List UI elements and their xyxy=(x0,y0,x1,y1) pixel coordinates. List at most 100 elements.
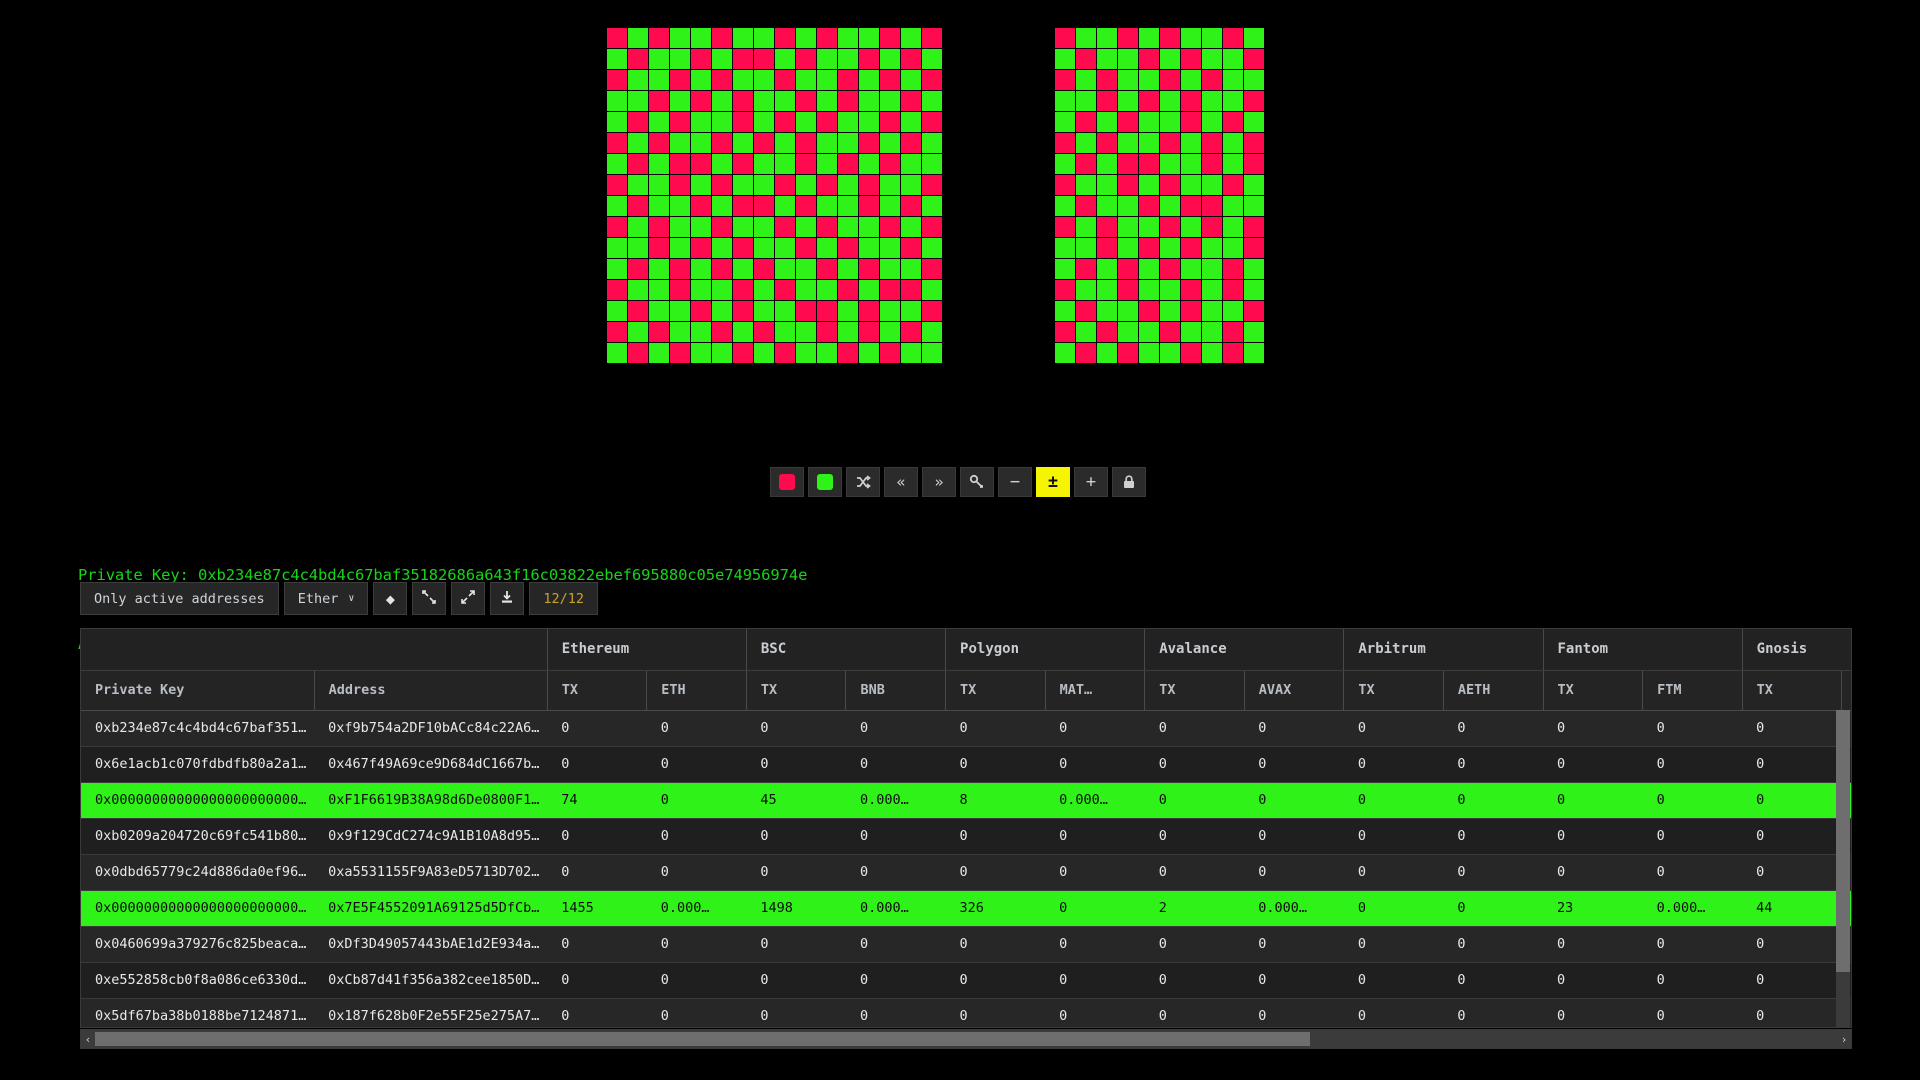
column-header-avax-9[interactable]: AVAX xyxy=(1243,670,1344,711)
bit-cell[interactable] xyxy=(670,259,690,279)
bit-cell[interactable] xyxy=(1202,49,1222,69)
fill-red-button[interactable] xyxy=(770,467,804,497)
bit-cell[interactable] xyxy=(649,280,669,300)
bit-cell[interactable] xyxy=(607,238,627,258)
bit-cell[interactable] xyxy=(1181,259,1201,279)
bit-cell[interactable] xyxy=(1097,112,1117,132)
decrement-button[interactable]: − xyxy=(998,467,1032,497)
bit-cell[interactable] xyxy=(1076,280,1096,300)
bit-cell[interactable] xyxy=(922,301,942,321)
bit-cell[interactable] xyxy=(775,343,795,363)
bit-cell[interactable] xyxy=(1202,70,1222,90)
bit-cell[interactable] xyxy=(649,133,669,153)
column-header-tx-10[interactable]: TX xyxy=(1343,670,1444,711)
bit-cell[interactable] xyxy=(859,259,879,279)
bit-cell[interactable] xyxy=(859,28,879,48)
column-header-tx-6[interactable]: TX xyxy=(945,670,1046,711)
bit-cell[interactable] xyxy=(1076,322,1096,342)
bit-cell[interactable] xyxy=(1055,196,1075,216)
bit-cell[interactable] xyxy=(901,154,921,174)
bit-cell[interactable] xyxy=(1076,259,1096,279)
bit-cell[interactable] xyxy=(1139,280,1159,300)
bit-cell[interactable] xyxy=(712,112,732,132)
bit-cell[interactable] xyxy=(817,154,837,174)
bit-cell[interactable] xyxy=(775,259,795,279)
bit-cell[interactable] xyxy=(1055,301,1075,321)
column-header-tx-4[interactable]: TX xyxy=(745,670,846,711)
bit-cell[interactable] xyxy=(817,301,837,321)
bit-cell[interactable] xyxy=(838,28,858,48)
bit-cell[interactable] xyxy=(1181,280,1201,300)
bit-cell[interactable] xyxy=(733,280,753,300)
bit-cell[interactable] xyxy=(670,70,690,90)
bit-cell[interactable] xyxy=(922,196,942,216)
bit-cell[interactable] xyxy=(1139,112,1159,132)
bit-cell[interactable] xyxy=(754,28,774,48)
bit-cell[interactable] xyxy=(859,343,879,363)
bit-cell[interactable] xyxy=(796,280,816,300)
bit-cell[interactable] xyxy=(712,70,732,90)
bit-cell[interactable] xyxy=(880,238,900,258)
bit-cell[interactable] xyxy=(880,259,900,279)
bit-cell[interactable] xyxy=(670,28,690,48)
bit-cell[interactable] xyxy=(733,217,753,237)
bit-cell[interactable] xyxy=(796,301,816,321)
bit-cell[interactable] xyxy=(1223,154,1243,174)
bit-cell[interactable] xyxy=(838,259,858,279)
bit-cell[interactable] xyxy=(1181,217,1201,237)
bit-cell[interactable] xyxy=(1223,238,1243,258)
bit-cell[interactable] xyxy=(1160,91,1180,111)
bit-cell[interactable] xyxy=(1076,70,1096,90)
bit-cell[interactable] xyxy=(1202,259,1222,279)
increment-button[interactable]: + xyxy=(1074,467,1108,497)
bit-cell[interactable] xyxy=(1055,343,1075,363)
table-row[interactable]: 0x0dbd65779c24d886da0ef96… 0xa5531155F9A8… xyxy=(81,854,1851,891)
bit-cell[interactable] xyxy=(649,196,669,216)
bit-cell[interactable] xyxy=(1055,49,1075,69)
bit-cell[interactable] xyxy=(1160,301,1180,321)
bit-cell[interactable] xyxy=(754,301,774,321)
bit-cell[interactable] xyxy=(607,91,627,111)
bit-cell[interactable] xyxy=(817,196,837,216)
bit-cell[interactable] xyxy=(922,28,942,48)
bit-cell[interactable] xyxy=(922,280,942,300)
table-row[interactable]: 0xe552858cb0f8a086ce6330d… 0xCb87d41f356a… xyxy=(81,962,1851,999)
collapse-columns-button[interactable] xyxy=(412,582,447,615)
bit-cell[interactable] xyxy=(1160,70,1180,90)
bit-cell[interactable] xyxy=(649,322,669,342)
bit-cell[interactable] xyxy=(607,154,627,174)
bit-cell[interactable] xyxy=(649,259,669,279)
bit-cell[interactable] xyxy=(880,217,900,237)
bit-cell[interactable] xyxy=(607,322,627,342)
bit-cell[interactable] xyxy=(1160,196,1180,216)
bit-cell[interactable] xyxy=(859,217,879,237)
bit-cell[interactable] xyxy=(607,343,627,363)
bit-cell[interactable] xyxy=(754,196,774,216)
bit-cell[interactable] xyxy=(1244,280,1264,300)
bit-cell[interactable] xyxy=(1097,280,1117,300)
bit-cell[interactable] xyxy=(901,112,921,132)
bit-cell[interactable] xyxy=(838,217,858,237)
bit-cell[interactable] xyxy=(754,112,774,132)
bit-cell[interactable] xyxy=(1139,259,1159,279)
bit-cell[interactable] xyxy=(775,91,795,111)
column-header-bnb-5[interactable]: BNB xyxy=(845,670,946,711)
bit-cell[interactable] xyxy=(817,91,837,111)
bit-cell[interactable] xyxy=(670,175,690,195)
column-header-eth-3[interactable]: ETH xyxy=(646,670,747,711)
bit-cell[interactable] xyxy=(1118,217,1138,237)
bit-cell[interactable] xyxy=(733,154,753,174)
bit-cell[interactable] xyxy=(1181,49,1201,69)
chain-select[interactable]: Ether ∨ xyxy=(283,582,369,615)
bit-cell[interactable] xyxy=(691,259,711,279)
bit-cell[interactable] xyxy=(1139,91,1159,111)
bit-cell[interactable] xyxy=(796,322,816,342)
bit-cell[interactable] xyxy=(922,322,942,342)
bit-cell[interactable] xyxy=(859,322,879,342)
bit-cell[interactable] xyxy=(901,322,921,342)
bit-cell[interactable] xyxy=(775,175,795,195)
bit-cell[interactable] xyxy=(1076,49,1096,69)
bit-cell[interactable] xyxy=(1223,217,1243,237)
bit-cell[interactable] xyxy=(817,343,837,363)
bit-cell[interactable] xyxy=(754,70,774,90)
